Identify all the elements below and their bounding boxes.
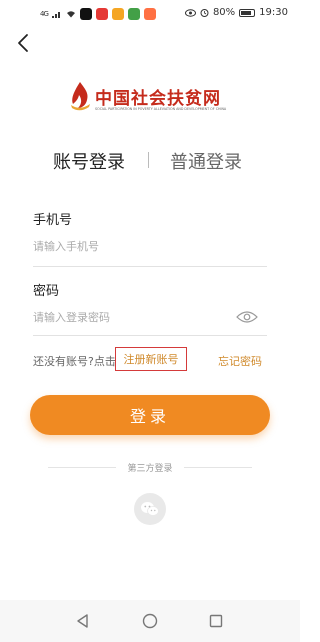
flame-emblem-icon [71, 82, 90, 111]
nav-recents-button[interactable] [207, 612, 225, 630]
logo-title: 中国社会扶贫网 [95, 89, 221, 109]
status-right: 80% 19:30 [184, 7, 288, 18]
wifi-icon [66, 11, 75, 18]
show-password-toggle[interactable] [236, 309, 258, 323]
alarm-icon [200, 9, 209, 17]
no-account-text: 还没有账号?点击 [33, 355, 116, 368]
tab-divider [148, 152, 149, 168]
wechat-login-button[interactable] [134, 493, 166, 525]
logo-subtitle: SOCIAL PARTICIPATION IN POVERTY ALLEVIAT… [95, 107, 227, 111]
tiktok-app-icon [79, 8, 92, 20]
nav-back-button[interactable] [74, 612, 92, 630]
password-label: 密码 [33, 284, 60, 299]
logo: 中国社会扶贫网 SOCIAL PARTICIPATION IN POVERTY … [67, 80, 237, 120]
wechat-icon [141, 502, 159, 516]
password-input[interactable] [33, 305, 233, 329]
orange-app-icon [143, 8, 156, 20]
status-bar: 4G 80% 19:30 [0, 0, 300, 26]
phone-input[interactable] [33, 234, 267, 258]
yellow-app-icon [111, 8, 124, 20]
third-party-divider-right [184, 467, 252, 468]
login-button[interactable]: 登录 [30, 395, 270, 435]
signal-icon [51, 12, 60, 18]
status-left: 4G [40, 8, 156, 20]
triangle-back-icon [77, 614, 88, 628]
green-app-icon [127, 8, 140, 20]
square-recents-icon [209, 614, 223, 628]
nav-home-button[interactable] [141, 612, 159, 630]
red-app-icon [95, 8, 108, 20]
phone-underline [33, 266, 267, 267]
tab-normal-login[interactable]: 普通登录 [170, 148, 242, 174]
login-tabs: 账号登录 普通登录 [0, 148, 300, 178]
register-link-label: 注册新账号 [123, 353, 179, 366]
forgot-password-link[interactable]: 忘记密码 [218, 353, 262, 369]
status-time: 19:30 [259, 7, 288, 18]
back-button[interactable] [10, 30, 36, 56]
phone-label: 手机号 [33, 213, 73, 228]
circle-home-icon [142, 613, 158, 629]
eye-comfort-icon [184, 8, 196, 17]
battery-percent: 80% [212, 7, 236, 18]
eye-icon [236, 311, 258, 323]
tab-account-login[interactable]: 账号登录 [53, 148, 125, 174]
signal-text: 4G [40, 10, 49, 18]
system-nav-bar [0, 600, 300, 642]
chevron-left-icon [18, 34, 28, 52]
battery-icon [239, 8, 256, 17]
register-link[interactable]: 注册新账号 [115, 347, 187, 371]
third-party-label: 第三方登录 [127, 464, 173, 474]
password-underline [33, 335, 267, 336]
